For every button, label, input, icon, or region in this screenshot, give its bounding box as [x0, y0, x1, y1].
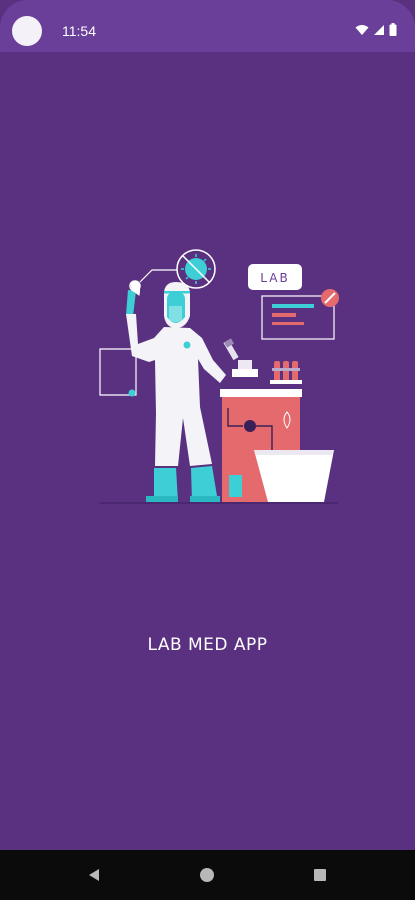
scientist-figure [126, 280, 226, 503]
navigation-bar [0, 850, 415, 900]
camera-cutout [12, 16, 42, 46]
lab-sign: LAB [248, 264, 302, 290]
back-button[interactable] [82, 863, 106, 887]
battery-icon [389, 23, 397, 36]
home-icon [200, 868, 214, 882]
lab-scientist-illustration: LAB [99, 249, 339, 504]
splash-screen: LAB LAB MED APP [0, 52, 415, 850]
status-icons [355, 23, 397, 36]
microscope [223, 338, 258, 377]
recents-icon [314, 869, 326, 881]
app-title: LAB MED APP [147, 635, 268, 655]
virus-magnifier-icon [176, 249, 216, 289]
back-icon [89, 869, 99, 881]
home-button[interactable] [195, 863, 219, 887]
test-tube-rack [270, 361, 302, 384]
recents-button[interactable] [308, 863, 332, 887]
report-panel [261, 289, 339, 340]
wifi-icon [355, 24, 369, 35]
status-time: 11:54 [62, 23, 96, 39]
lab-sign-label: LAB [260, 271, 289, 285]
lab-basin [254, 450, 334, 502]
cellular-signal-icon [374, 24, 384, 35]
